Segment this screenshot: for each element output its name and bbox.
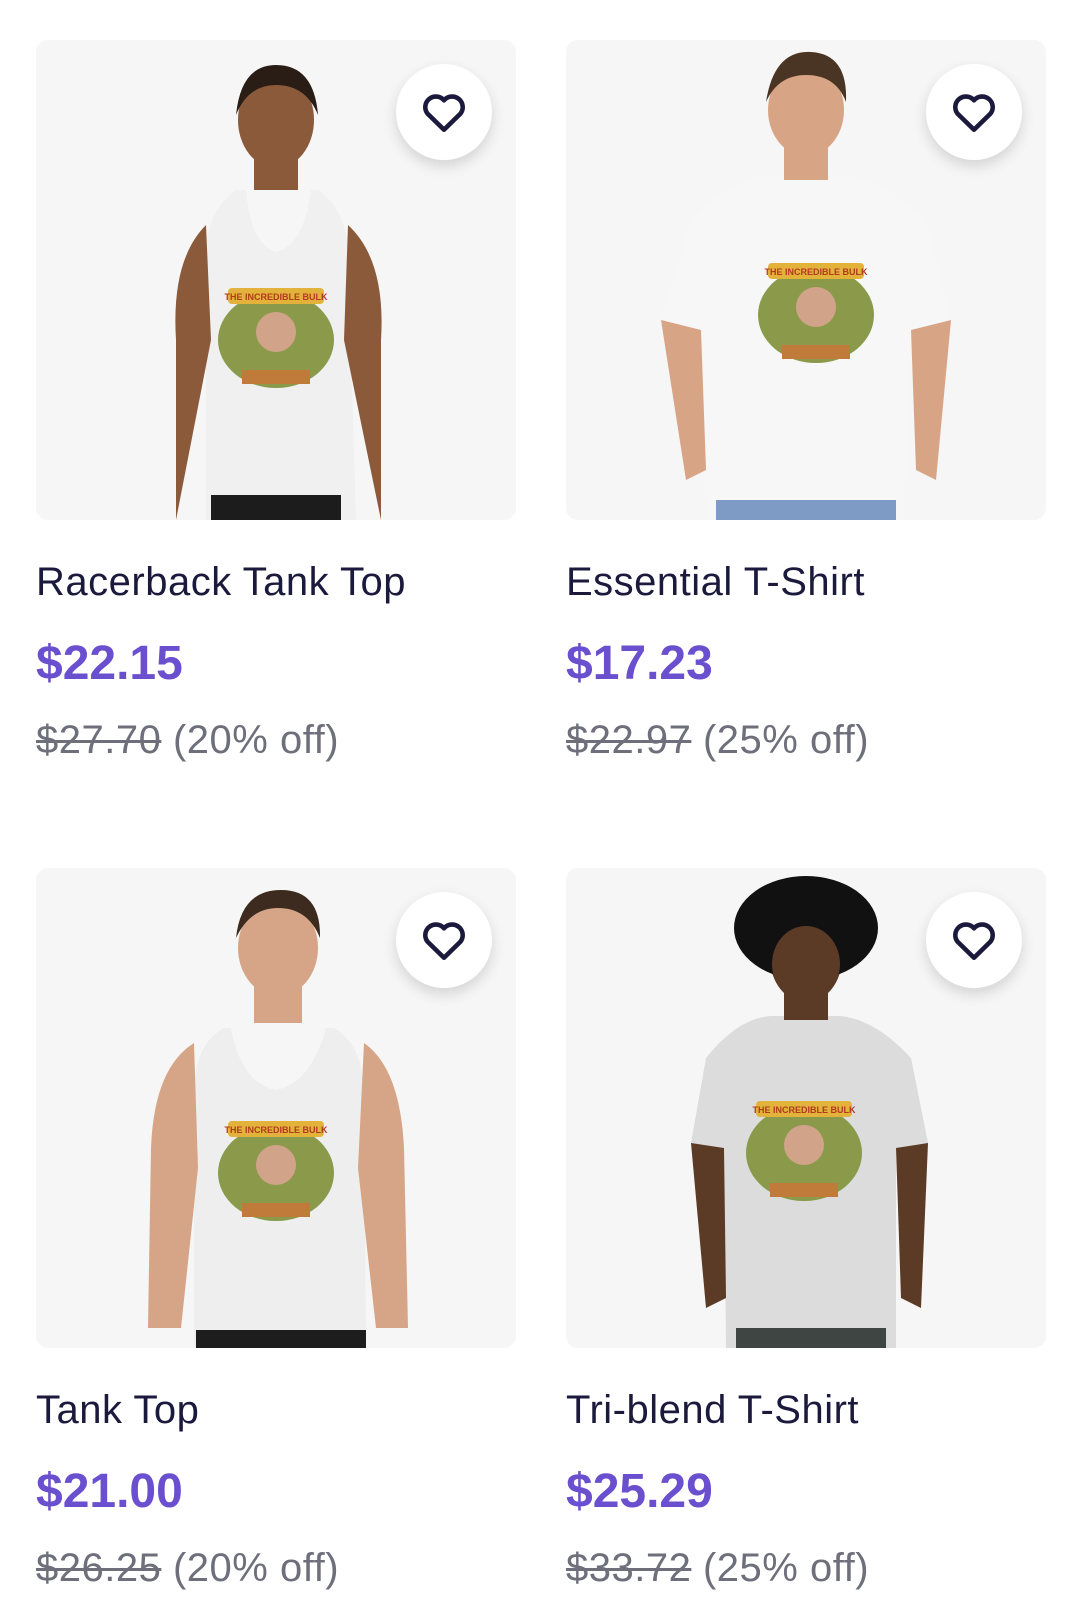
heart-outline-icon (423, 922, 465, 960)
arm-left (175, 225, 211, 520)
sale-price: $21.00 (36, 1465, 183, 1518)
product-title[interactable]: Tri-blend T-Shirt (566, 1386, 1046, 1434)
print-text: THE INCREDIBLE BULK (753, 1105, 856, 1115)
pants (196, 1330, 366, 1348)
discount-label: (25% off) (702, 1546, 870, 1590)
original-price: $22.97 (566, 718, 692, 762)
arm-left (148, 1043, 198, 1328)
graphic-print: THE INCREDIBLE BULK (218, 1121, 334, 1221)
sale-price: $25.29 (566, 1465, 713, 1518)
product-card[interactable]: THE INCREDIBLE BULK Essential T-Shirt $1… (566, 40, 1046, 764)
arm-left (661, 320, 706, 480)
heart-outline-icon (423, 94, 465, 132)
original-price: $27.70 (36, 718, 162, 762)
print-text: THE INCREDIBLE BULK (225, 1125, 328, 1135)
favorite-button[interactable] (396, 64, 492, 160)
graphic-print: THE INCREDIBLE BULK (758, 263, 874, 363)
price-detail: $33.72 (25% off) (566, 1544, 1046, 1592)
product-image[interactable]: THE INCREDIBLE BULK (566, 868, 1046, 1348)
heart-outline-icon (953, 922, 995, 960)
product-image[interactable]: THE INCREDIBLE BULK (36, 40, 516, 520)
pants (736, 1328, 886, 1348)
product-card[interactable]: THE INCREDIBLE BULK Racerback Tank Top $… (36, 40, 516, 764)
discount-label: (20% off) (172, 1546, 340, 1590)
arm-right (911, 320, 951, 480)
print-text: THE INCREDIBLE BULK (225, 292, 328, 302)
pants (716, 500, 896, 520)
product-title[interactable]: Tank Top (36, 1386, 516, 1434)
product-title[interactable]: Racerback Tank Top (36, 558, 516, 606)
product-title[interactable]: Essential T-Shirt (566, 558, 1046, 606)
product-image[interactable]: THE INCREDIBLE BULK (36, 868, 516, 1348)
discount-label: (20% off) (172, 718, 340, 762)
favorite-button[interactable] (926, 64, 1022, 160)
price-detail: $22.97 (25% off) (566, 716, 1046, 764)
arm-right (896, 1143, 928, 1308)
graphic-print: THE INCREDIBLE BULK (218, 288, 334, 388)
original-price: $26.25 (36, 1546, 162, 1590)
graphic-print: THE INCREDIBLE BULK (746, 1101, 862, 1201)
favorite-button[interactable] (396, 892, 492, 988)
print-text: THE INCREDIBLE BULK (765, 267, 868, 277)
price-detail: $26.25 (20% off) (36, 1544, 516, 1592)
sale-price: $17.23 (566, 637, 713, 690)
product-card[interactable]: THE INCREDIBLE BULK Tank Top $21.00 $26.… (36, 868, 516, 1592)
sale-price: $22.15 (36, 637, 183, 690)
product-card[interactable]: THE INCREDIBLE BULK Tri-blend T-Shirt $2… (566, 868, 1046, 1592)
favorite-button[interactable] (926, 892, 1022, 988)
arm-left (691, 1143, 726, 1308)
heart-outline-icon (953, 94, 995, 132)
product-image[interactable]: THE INCREDIBLE BULK (566, 40, 1046, 520)
original-price: $33.72 (566, 1546, 692, 1590)
pants (211, 495, 341, 520)
discount-label: (25% off) (702, 718, 870, 762)
price-detail: $27.70 (20% off) (36, 716, 516, 764)
product-grid: THE INCREDIBLE BULK Racerback Tank Top $… (0, 0, 1080, 1620)
face (772, 926, 840, 1002)
